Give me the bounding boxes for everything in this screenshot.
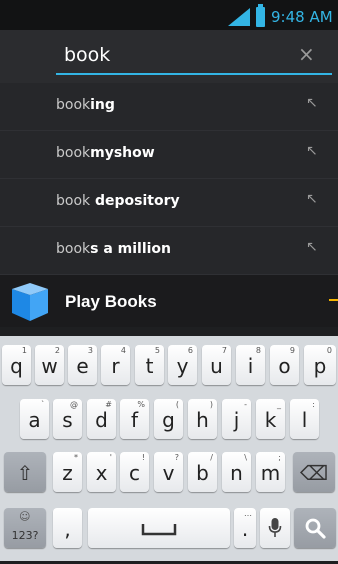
suggestion-item[interactable]: booking ↖	[0, 83, 338, 131]
suggestion-text: books a million	[56, 241, 172, 257]
suggestion-item[interactable]: bookmyshow ↖	[0, 131, 338, 179]
suggestion-item[interactable]: book depository ↖	[0, 179, 338, 227]
key-g[interactable]: (g	[154, 399, 183, 439]
clear-search-icon[interactable]: ×	[298, 42, 315, 66]
voice-input-key[interactable]	[260, 508, 290, 548]
search-icon	[305, 518, 326, 539]
key-p[interactable]: 0p	[304, 345, 336, 385]
edge-marker	[329, 299, 338, 301]
key-z[interactable]: * z	[53, 452, 82, 492]
search-key[interactable]	[294, 508, 336, 548]
key-x[interactable]: ' x	[87, 452, 116, 492]
app-result-play-books[interactable]: Play Books	[0, 275, 338, 327]
key-o[interactable]: 9o	[270, 345, 299, 385]
spacebar[interactable]	[88, 508, 230, 548]
search-input-underline	[56, 73, 332, 75]
key-n[interactable]: \ n	[222, 452, 251, 492]
key-a[interactable]: ` a	[20, 399, 49, 439]
app-result-label: Play Books	[65, 292, 157, 311]
backspace-key[interactable]: ⌫	[293, 452, 335, 492]
suggestion-item[interactable]: books a million ↖	[0, 227, 338, 275]
search-input[interactable]: book	[64, 44, 110, 66]
key-u[interactable]: 7u	[202, 345, 231, 385]
battery-icon	[256, 4, 265, 27]
key-period[interactable]: ….	[234, 508, 256, 548]
insert-arrow-icon[interactable]: ↖	[306, 239, 318, 255]
key-comma[interactable]: ,	[53, 508, 82, 548]
clock: 9:48 AM	[271, 8, 333, 26]
insert-arrow-icon[interactable]: ↖	[306, 95, 318, 111]
search-bar: book	[0, 30, 338, 83]
key-m[interactable]: ; m	[256, 452, 285, 492]
key-h[interactable]: ) h	[188, 399, 217, 439]
suggestion-text: book depository	[56, 193, 180, 209]
key-d[interactable]: # d	[87, 399, 116, 439]
key-y[interactable]: 6y	[168, 345, 197, 385]
soft-keyboard: 1q 2w 3e 4r 5t 6y 7u 8i 9o 0p ` a @ s # d %…	[0, 336, 338, 561]
microphone-icon	[268, 518, 282, 537]
key-s[interactable]: @ s	[53, 399, 82, 439]
status-bar: 9:48 AM	[0, 0, 338, 30]
space-icon	[141, 524, 177, 536]
shift-icon: ⇧	[16, 461, 34, 485]
key-j[interactable]: -j	[222, 399, 251, 439]
key-t[interactable]: 5t	[135, 345, 164, 385]
key-l[interactable]: :l	[290, 399, 319, 439]
key-k[interactable]: _ k	[256, 399, 285, 439]
symbols-key[interactable]: ☺ 123?	[4, 508, 46, 548]
key-f[interactable]: % f	[120, 399, 149, 439]
key-r[interactable]: 4r	[101, 345, 130, 385]
key-e[interactable]: 3e	[68, 345, 97, 385]
insert-arrow-icon[interactable]: ↖	[306, 191, 318, 207]
shift-key[interactable]: ⇧	[4, 452, 46, 492]
backspace-icon: ⌫	[299, 461, 329, 485]
insert-arrow-icon[interactable]: ↖	[306, 143, 318, 159]
play-books-icon	[12, 283, 48, 321]
key-q[interactable]: 1q	[2, 345, 31, 385]
key-w[interactable]: 2w	[35, 345, 64, 385]
signal-icon	[228, 8, 250, 26]
key-b[interactable]: / b	[188, 452, 217, 492]
suggestion-text: bookmyshow	[56, 145, 155, 161]
key-v[interactable]: ? v	[154, 452, 183, 492]
suggestion-text: booking	[56, 97, 115, 113]
key-i[interactable]: 8i	[236, 345, 265, 385]
key-c[interactable]: ! c	[120, 452, 149, 492]
suggestion-list: booking ↖ bookmyshow ↖ book depository ↖…	[0, 83, 338, 275]
